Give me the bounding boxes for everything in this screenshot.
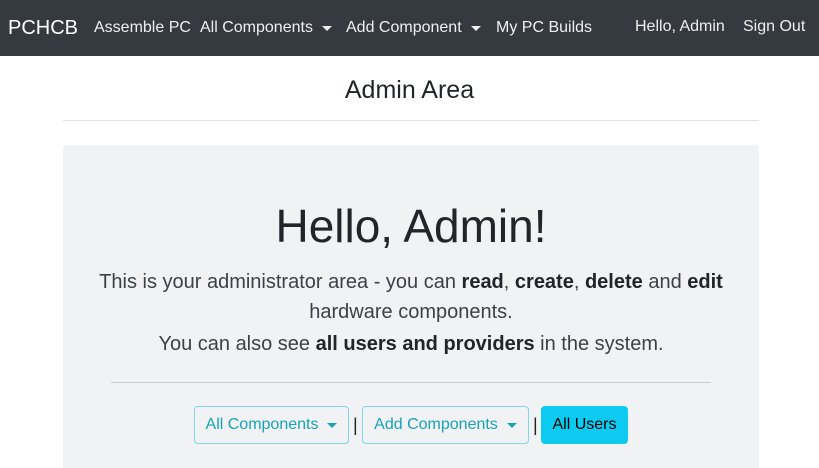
nav-add-component-dropdown[interactable]: Add Component	[346, 17, 481, 39]
all-users-button[interactable]: All Users	[541, 406, 628, 444]
nav-assemble-pc[interactable]: Assemble PC	[94, 17, 191, 39]
chevron-down-icon	[506, 422, 517, 428]
admin-jumbotron: Hello, Admin! This is your administrator…	[63, 145, 759, 468]
top-navbar: PCHCB Assemble PC All Components Add Com…	[0, 0, 819, 56]
intro-line-1: This is your administrator area - you ca…	[99, 271, 723, 293]
chevron-down-icon	[470, 25, 481, 31]
user-greeting[interactable]: Hello, Admin	[635, 16, 725, 38]
all-components-button[interactable]: All Components	[194, 406, 349, 444]
title-divider	[63, 120, 759, 121]
nav-all-components-dropdown[interactable]: All Components	[200, 17, 332, 39]
chevron-down-icon	[321, 25, 332, 31]
jumbotron-heading: Hello, Admin!	[275, 200, 547, 252]
nav-my-pc-builds[interactable]: My PC Builds	[496, 17, 592, 39]
button-separator: |	[533, 415, 538, 435]
add-components-button[interactable]: Add Components	[362, 406, 529, 444]
jumbotron-divider	[111, 382, 711, 383]
page-title: Admin Area	[344, 76, 475, 104]
intro-line-3: You can also see all users and providers…	[158, 333, 664, 355]
button-separator: |	[353, 415, 358, 435]
sign-out-link[interactable]: Sign Out	[743, 16, 805, 38]
intro-line-2: hardware components.	[309, 301, 513, 323]
brand-logo[interactable]: PCHCB	[8, 14, 78, 42]
chevron-down-icon	[327, 422, 338, 428]
